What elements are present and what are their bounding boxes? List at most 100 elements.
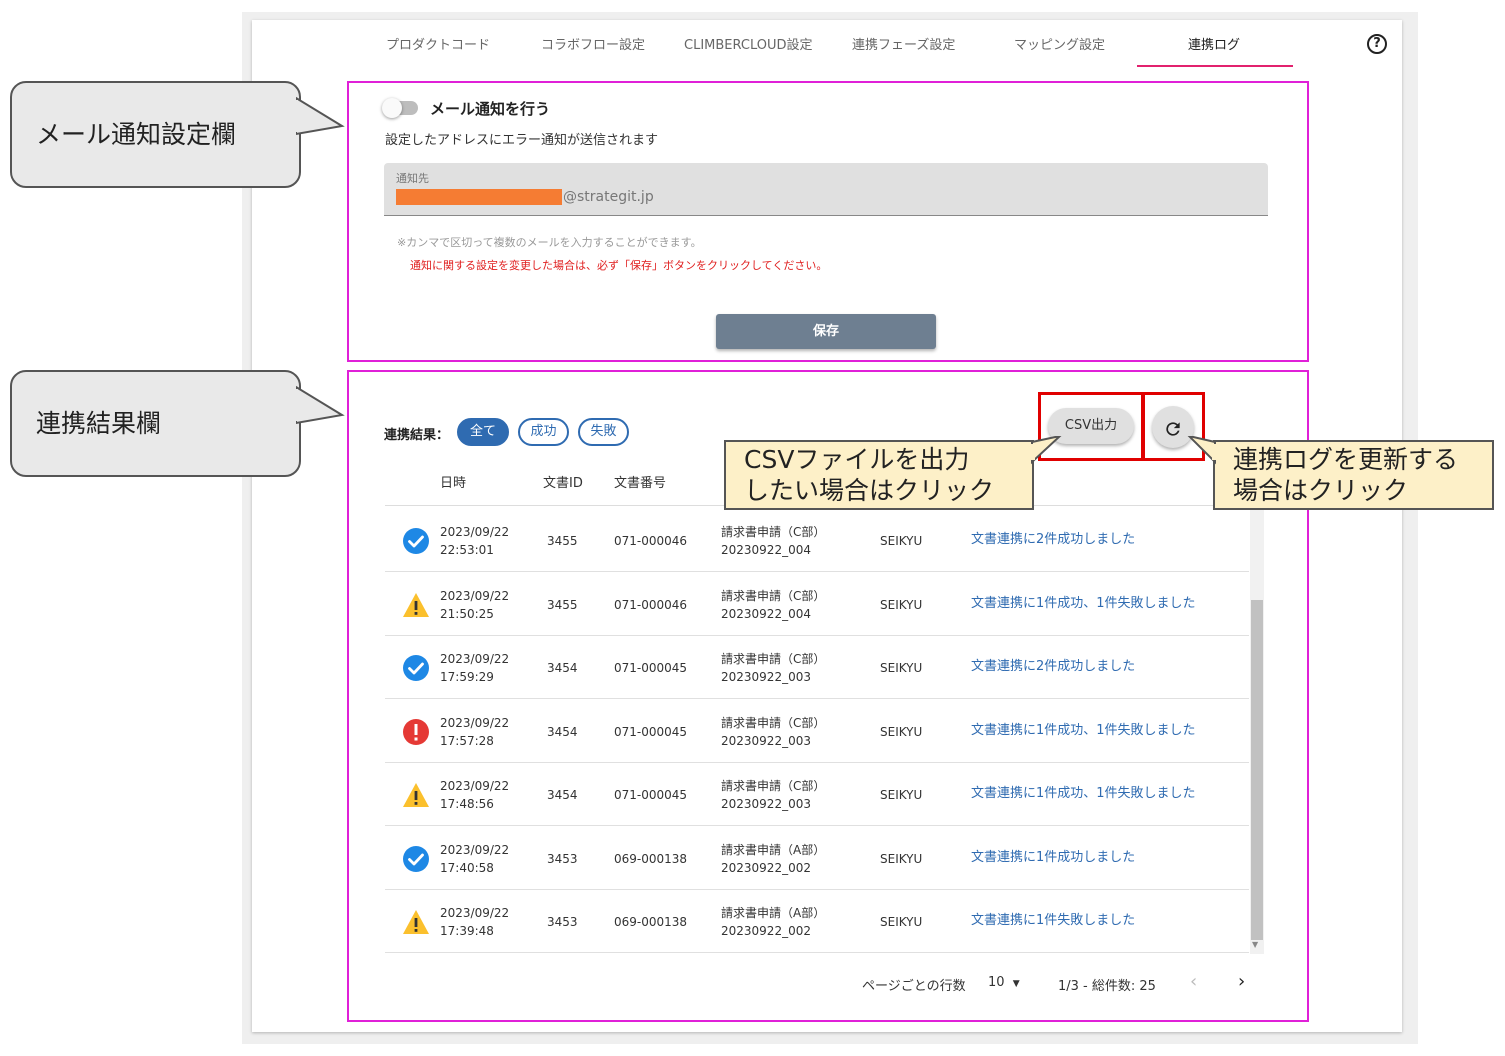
row-doc-subtitle: 20230922_003 xyxy=(721,797,811,811)
check-circle-icon xyxy=(402,527,430,555)
row-doc-id: 3453 xyxy=(547,851,578,866)
help-icon[interactable]: ? xyxy=(1367,34,1387,54)
row-doc-title: 請求書申請（C部） xyxy=(721,652,826,666)
result-filter-label: 連携結果： xyxy=(384,428,450,443)
table-row[interactable]: 2023/09/22 17:59:29 3454 071-000045 請求書申請（C部… xyxy=(385,636,1249,699)
row-code: SEIKYU xyxy=(880,661,923,675)
redacted-email-local-part xyxy=(396,189,562,205)
tab-mapping-settings[interactable]: マッピング設定 xyxy=(1014,34,1105,53)
row-date: 2023/09/22 xyxy=(440,652,510,666)
table-row[interactable]: 2023/09/22 22:53:01 3455 071-000046 請求書申請（C部… xyxy=(385,509,1249,572)
email-domain: @strategit.jp xyxy=(563,189,654,205)
row-doc-title: 請求書申請（C部） xyxy=(721,588,826,603)
row-doc-title: 請求書申請（C部） xyxy=(721,715,826,730)
row-doc-subtitle: 20230922_003 xyxy=(721,733,811,748)
row-message[interactable]: 文書連携に1件成功、1件失敗しました xyxy=(971,722,1196,740)
error-circle-icon xyxy=(402,718,430,746)
row-code: SEIKYU xyxy=(880,534,923,548)
filter-all-chip[interactable]: 全て xyxy=(457,418,509,446)
email-field[interactable]: 通知先 @strategit.jp xyxy=(384,163,1268,216)
next-page-icon[interactable]: › xyxy=(1238,971,1245,992)
row-doc-number: 071-000046 xyxy=(614,534,688,548)
scrollbar-thumb[interactable] xyxy=(1251,600,1263,940)
csv-note-line2: したい場合はクリック xyxy=(744,476,995,505)
row-code: SEIKYU xyxy=(880,851,923,866)
column-doc-id[interactable]: 文書ID xyxy=(543,472,583,491)
callout-mail-settings: メール通知設定欄 xyxy=(10,81,301,188)
row-code: SEIKYU xyxy=(880,915,923,929)
mail-notify-toggle[interactable] xyxy=(382,98,418,118)
row-date: 2023/09/22 xyxy=(440,588,510,603)
save-button[interactable]: 保存 xyxy=(716,314,936,349)
rows-per-page-select[interactable]: 10 ▼ xyxy=(988,975,1020,990)
table-row[interactable]: 2023/09/22 17:48:56 3454 071-000045 請求書申請（C部… xyxy=(385,763,1249,826)
table-row[interactable]: 2023/09/22 21:50:25 3455 071-000046 請求書申請（C部… xyxy=(385,573,1249,636)
row-doc-number: 069-000138 xyxy=(614,851,688,866)
scroll-down-icon[interactable]: ▼ xyxy=(1252,940,1258,949)
tab-product-code[interactable]: プロダクトコード xyxy=(386,34,490,53)
filter-success-chip[interactable]: 成功 xyxy=(518,418,569,446)
tab-phase-settings[interactable]: 連携フェーズ設定 xyxy=(852,34,955,53)
check-circle-icon xyxy=(402,654,430,682)
row-doc-subtitle: 20230922_004 xyxy=(721,543,811,557)
row-time: 17:48:56 xyxy=(440,797,494,811)
row-message[interactable]: 文書連携に2件成功しました xyxy=(971,658,1135,676)
row-date: 2023/09/22 xyxy=(440,715,510,730)
prev-page-icon[interactable]: ‹ xyxy=(1190,971,1197,992)
row-doc-title: 請求書申請（C部） xyxy=(721,779,826,793)
row-time: 17:40:58 xyxy=(440,860,494,875)
row-time: 22:53:01 xyxy=(440,543,494,557)
page-range: 1/3 - 総件数: 25 xyxy=(1058,979,1156,994)
tab-climbercloud-settings[interactable]: CLIMBERCLOUD設定 xyxy=(684,34,813,53)
tab-integration-log[interactable]: 連携ログ xyxy=(1188,34,1240,53)
row-message[interactable]: 文書連携に1件成功、1件失敗しました xyxy=(971,595,1196,613)
table-row[interactable]: 2023/09/22 17:39:48 3453 069-000138 請求書申請（A部… xyxy=(385,890,1249,953)
refresh-note-pointer xyxy=(1187,436,1217,465)
row-date: 2023/09/22 xyxy=(440,906,510,920)
column-datetime[interactable]: 日時 xyxy=(440,472,466,491)
mail-description: 設定したアドレスにエラー通知が送信されます xyxy=(385,133,659,148)
row-code: SEIKYU xyxy=(880,788,923,802)
csv-note: CSVファイルを出力 したい場合はクリック xyxy=(724,440,1034,510)
row-date: 2023/09/22 xyxy=(440,779,510,793)
row-doc-number: 071-000045 xyxy=(614,724,688,739)
row-doc-number: 071-000045 xyxy=(614,661,688,675)
table-row[interactable]: 2023/09/22 17:40:58 3453 069-000138 請求書申請（A部… xyxy=(385,827,1249,890)
refresh-note-line1: 連携ログを更新する xyxy=(1233,445,1459,474)
row-doc-id: 3455 xyxy=(547,597,578,612)
row-time: 21:50:25 xyxy=(440,606,494,621)
row-time: 17:59:29 xyxy=(440,670,494,684)
active-tab-indicator xyxy=(1137,65,1293,67)
row-code: SEIKYU xyxy=(880,597,923,612)
row-doc-title: 請求書申請（A部） xyxy=(721,906,826,920)
filter-failure-chip[interactable]: 失敗 xyxy=(578,418,629,446)
row-doc-number: 069-000138 xyxy=(614,915,688,929)
chevron-down-icon: ▼ xyxy=(1012,979,1020,989)
row-doc-id: 3453 xyxy=(547,915,578,929)
tab-collabflow-settings[interactable]: コラボフロー設定 xyxy=(541,34,645,53)
row-message[interactable]: 文書連携に1件成功、1件失敗しました xyxy=(971,785,1196,803)
row-message[interactable]: 文書連携に1件成功しました xyxy=(971,849,1135,867)
callout-result-tail xyxy=(296,385,345,425)
row-date: 2023/09/22 xyxy=(440,525,510,539)
email-hint: ※カンマで区切って複数のメールを入力することができます。 xyxy=(397,236,702,249)
email-field-label: 通知先 xyxy=(396,172,429,185)
callout-result: 連携結果欄 xyxy=(10,370,301,477)
csv-note-pointer xyxy=(1030,436,1062,465)
rows-per-page-value: 10 xyxy=(988,975,1005,990)
row-doc-id: 3454 xyxy=(547,788,578,802)
row-doc-id: 3454 xyxy=(547,661,578,675)
row-message[interactable]: 文書連携に2件成功しました xyxy=(971,531,1135,549)
row-code: SEIKYU xyxy=(880,724,923,739)
refresh-note: 連携ログを更新する 場合はクリック xyxy=(1213,440,1494,510)
warning-triangle-icon xyxy=(402,591,430,619)
table-row[interactable]: 2023/09/22 17:57:28 3454 071-000045 請求書申請（C部… xyxy=(385,700,1249,763)
row-doc-subtitle: 20230922_004 xyxy=(721,606,811,621)
row-time: 17:57:28 xyxy=(440,733,494,748)
refresh-note-line2: 場合はクリック xyxy=(1233,476,1409,505)
callout-mail-tail xyxy=(296,96,345,136)
row-doc-subtitle: 20230922_003 xyxy=(721,670,811,684)
column-doc-number[interactable]: 文書番号 xyxy=(614,472,666,491)
row-doc-id: 3455 xyxy=(547,534,578,548)
row-message[interactable]: 文書連携に1件失敗しました xyxy=(971,912,1135,930)
